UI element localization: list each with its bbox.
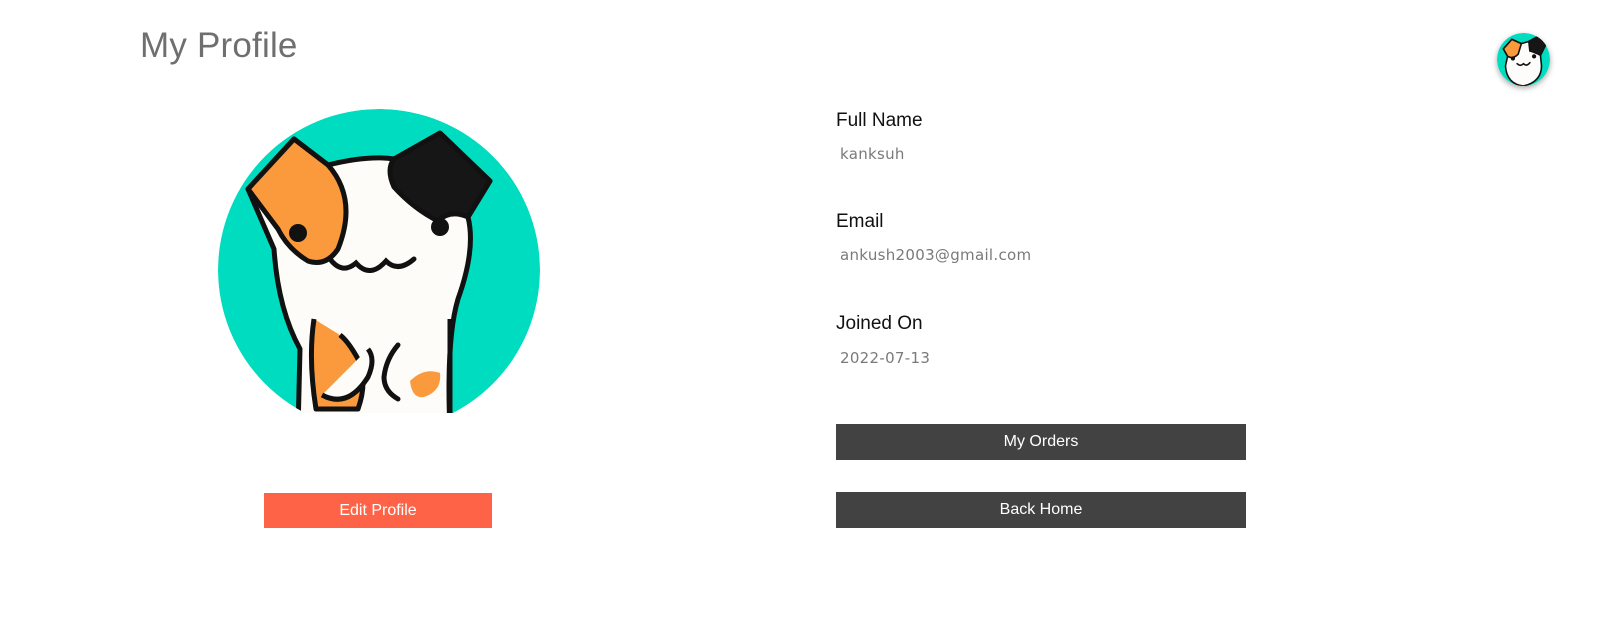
- my-orders-button[interactable]: My Orders: [836, 424, 1246, 460]
- joined-on-label: Joined On: [836, 313, 923, 334]
- email-label: Email: [836, 211, 884, 232]
- full-name-value: kanksuh: [840, 145, 905, 163]
- profile-avatar: [218, 109, 540, 431]
- email-value: ankush2003@gmail.com: [840, 246, 1032, 264]
- joined-on-value: 2022-07-13: [840, 349, 931, 367]
- calico-cat-avatar-icon: [218, 109, 540, 431]
- back-home-button[interactable]: Back Home: [836, 492, 1246, 528]
- header-avatar-icon[interactable]: [1497, 33, 1550, 86]
- calico-cat-avatar-icon: [1497, 33, 1550, 86]
- profile-page: My Profile Edit Profile Full Name kanksu…: [0, 0, 1599, 633]
- page-title: My Profile: [140, 26, 298, 65]
- full-name-label: Full Name: [836, 110, 923, 131]
- edit-profile-button[interactable]: Edit Profile: [264, 493, 492, 528]
